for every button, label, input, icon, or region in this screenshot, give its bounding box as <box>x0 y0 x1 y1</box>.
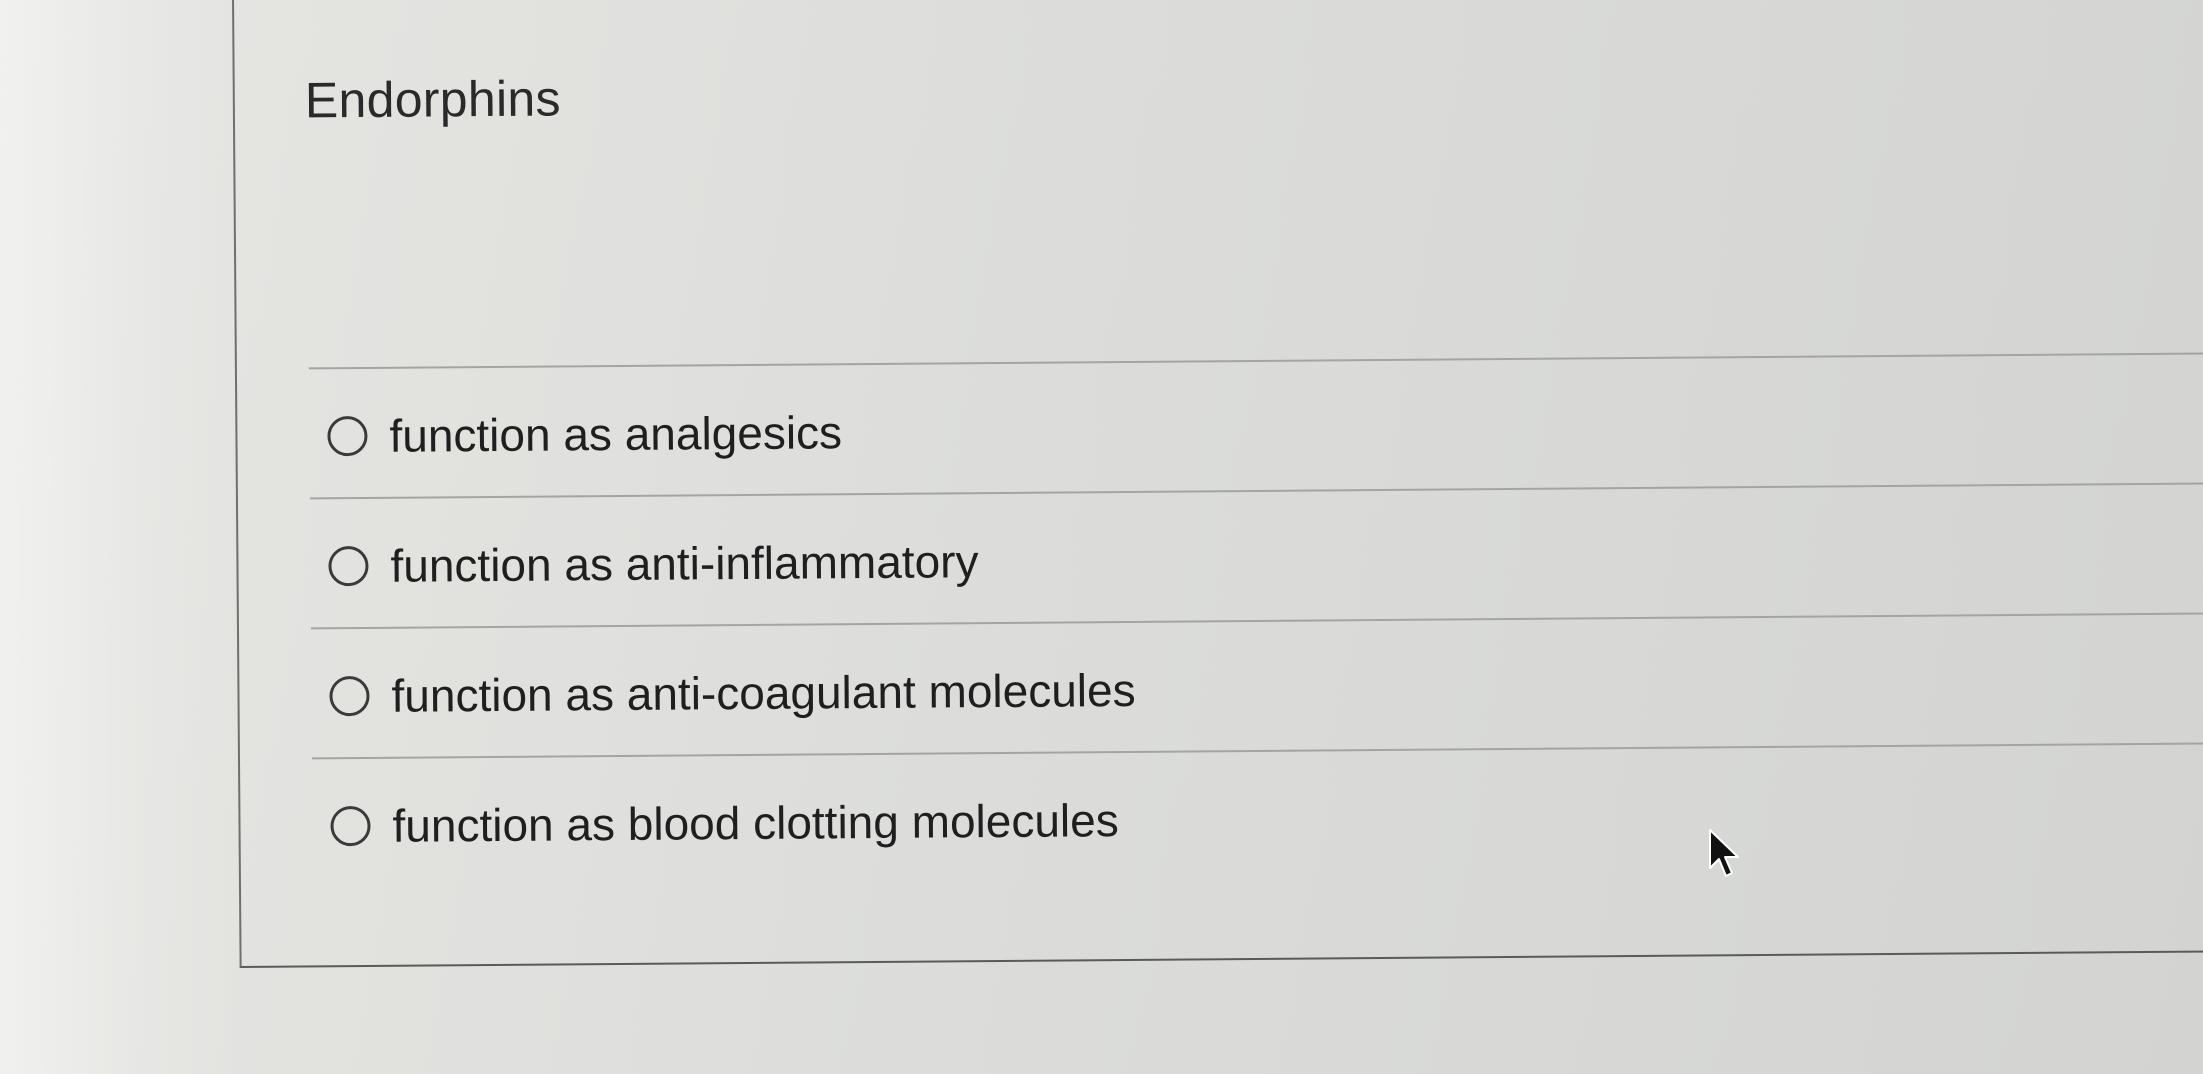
radio-button-unselected-icon[interactable] <box>330 805 371 847</box>
question-title: Endorphins <box>304 70 562 129</box>
answer-option-4[interactable]: function as blood clotting molecules <box>330 793 1119 853</box>
answer-divider <box>310 612 2203 630</box>
answer-option-label: function as anti-inflammatory <box>390 535 979 592</box>
mouse-pointer-icon <box>1709 829 1739 877</box>
answer-divider <box>309 482 2203 500</box>
answer-option-label: function as analgesics <box>389 406 843 462</box>
answer-option-label: function as anti-coagulant molecules <box>391 663 1136 722</box>
answer-divider <box>308 352 2203 370</box>
answer-option-2[interactable]: function as anti-inflammatory <box>328 534 979 593</box>
radio-button-unselected-icon[interactable] <box>328 545 369 587</box>
answer-option-1[interactable]: function as analgesics <box>327 405 842 463</box>
answer-divider <box>311 742 2203 760</box>
question-card: Endorphins function as analgesics functi… <box>232 0 2203 968</box>
radio-button-unselected-icon[interactable] <box>329 675 370 717</box>
radio-button-unselected-icon[interactable] <box>327 415 368 457</box>
answer-option-3[interactable]: function as anti-coagulant molecules <box>329 663 1136 723</box>
screen-glare <box>0 0 240 1074</box>
answer-option-label: function as blood clotting molecules <box>392 794 1119 852</box>
